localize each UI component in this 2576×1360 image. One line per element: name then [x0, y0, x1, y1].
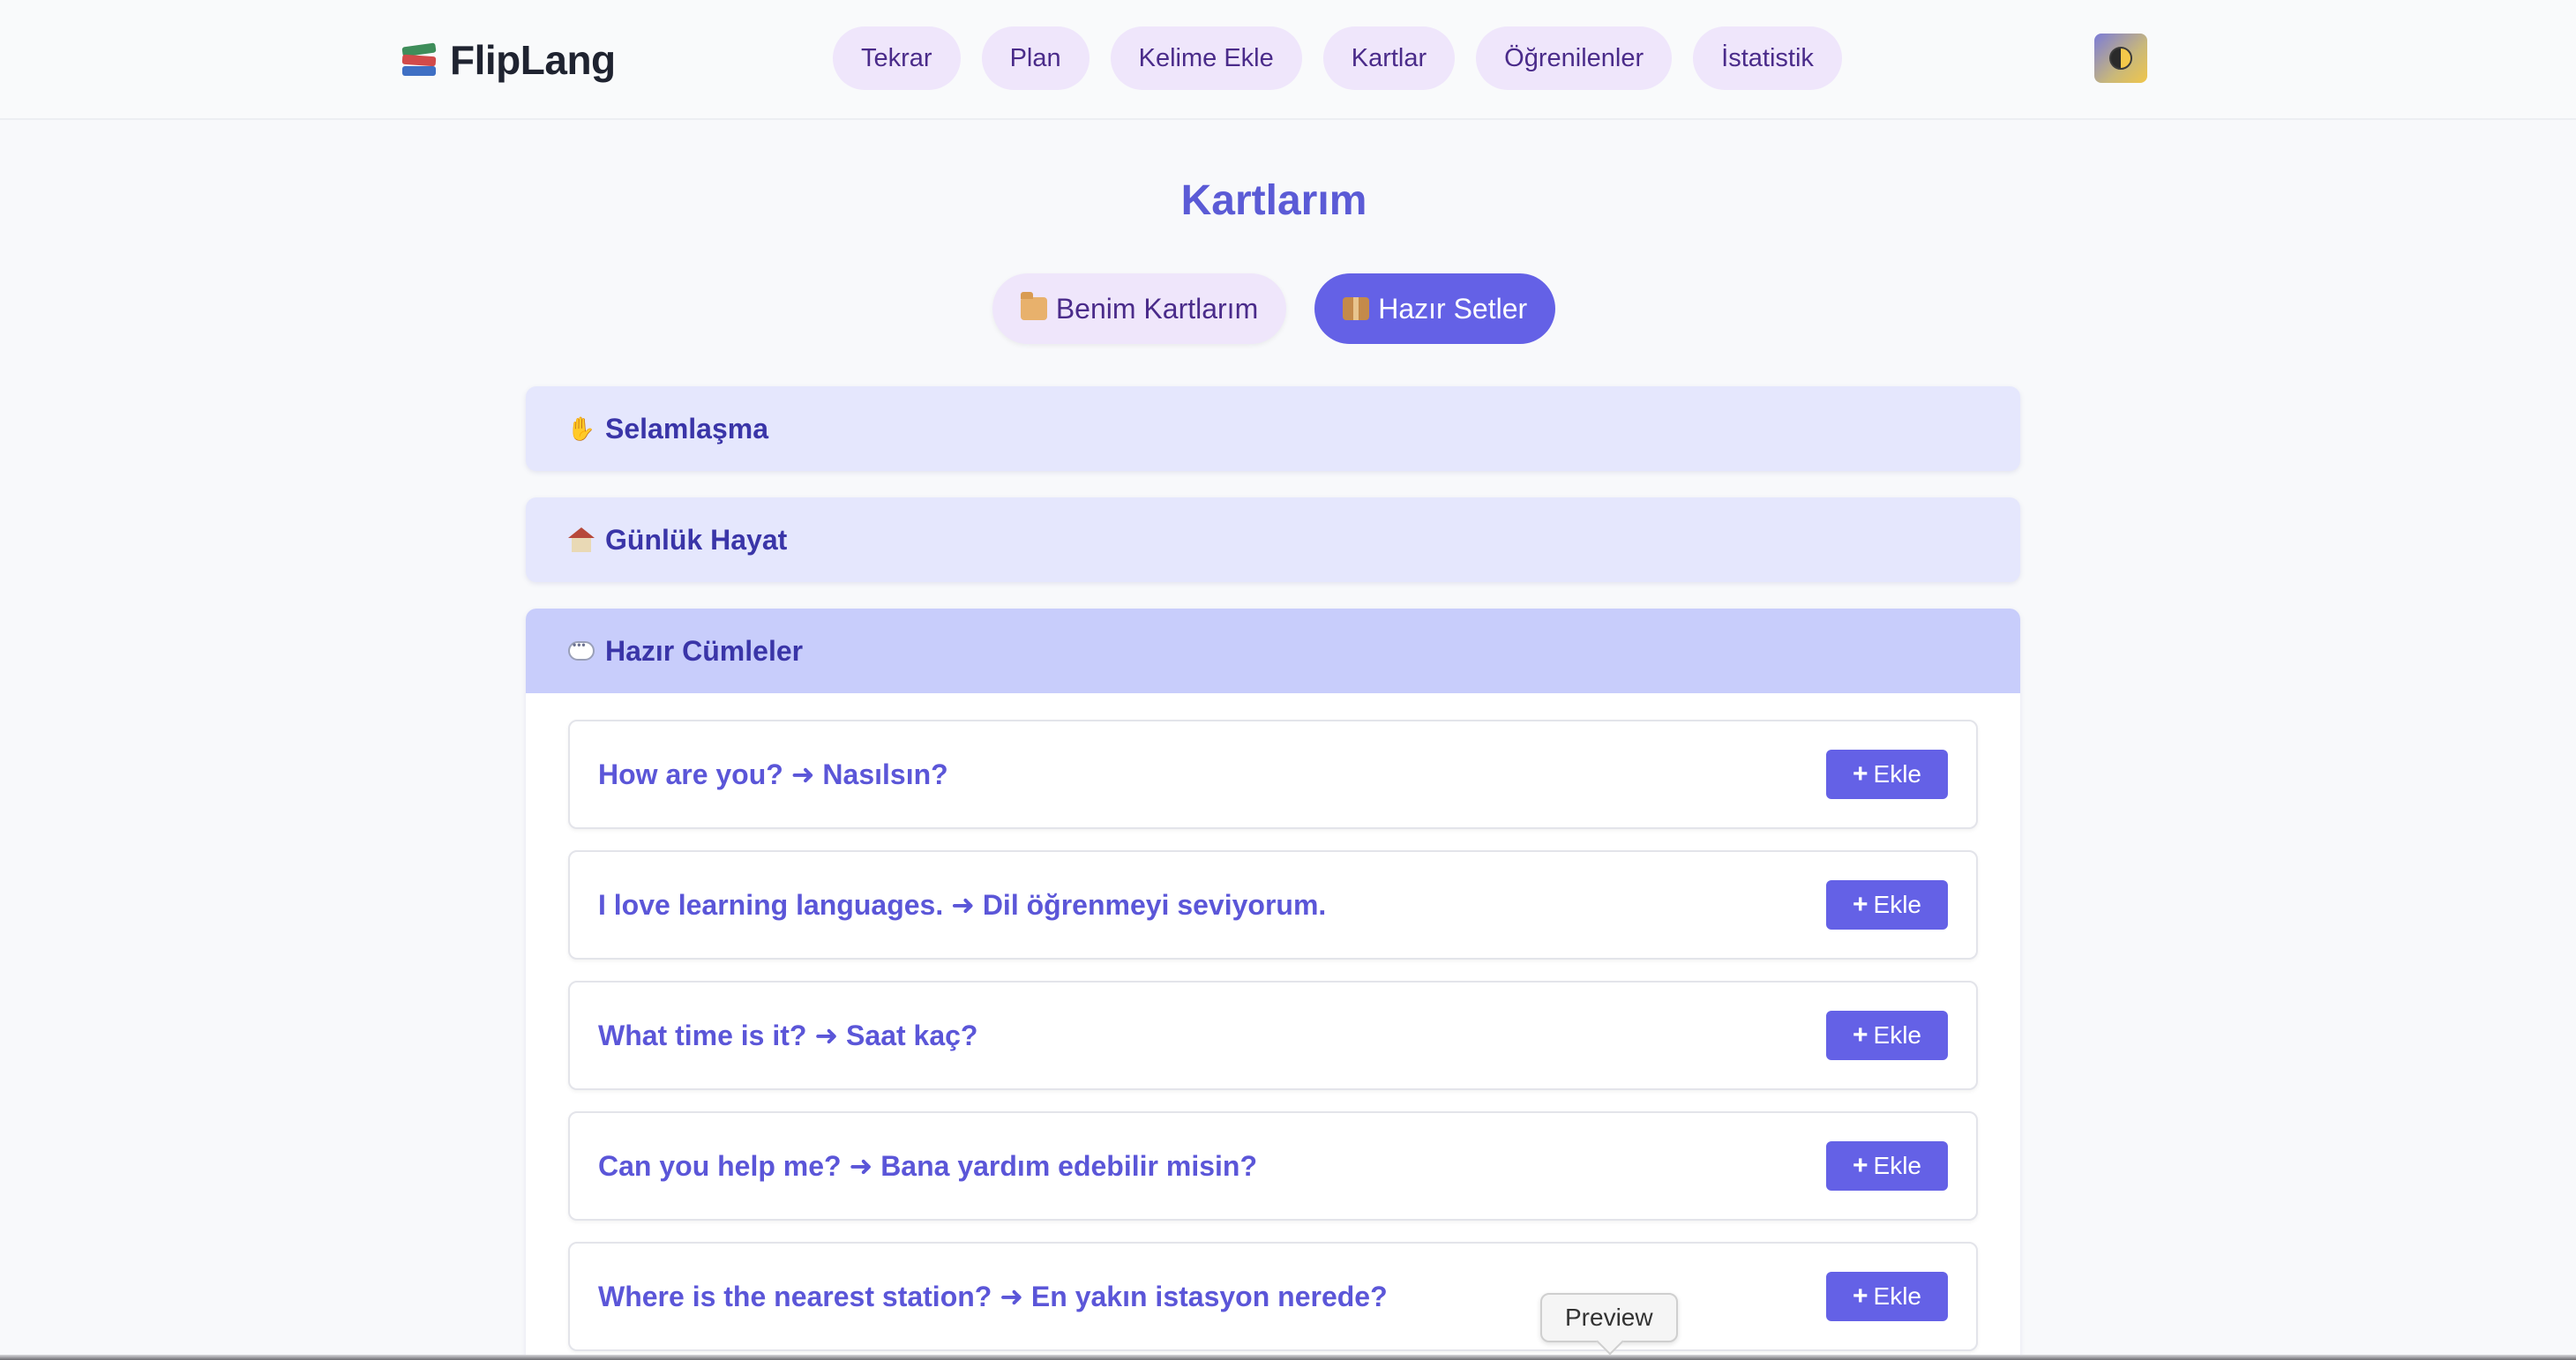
- add-button-label: Ekle: [1873, 760, 1921, 788]
- add-button-label: Ekle: [1873, 1282, 1921, 1310]
- set-header[interactable]: ✋ Selamlaşma: [526, 386, 2020, 471]
- plus-icon: +: [1853, 1151, 1868, 1180]
- waving-hand-icon: ✋: [566, 415, 596, 442]
- tab-label: Hazır Setler: [1378, 292, 1528, 325]
- nav-kelime-ekle[interactable]: Kelime Ekle: [1110, 26, 1302, 90]
- set-title: Hazır Cümleler: [605, 634, 804, 667]
- package-icon: [1343, 297, 1370, 320]
- nav-tekrar[interactable]: Tekrar: [833, 26, 961, 90]
- folder-icon: [1020, 292, 1047, 320]
- set-gunluk-hayat: Günlük Hayat: [526, 497, 2020, 582]
- tab-benim-kartlarim[interactable]: Benim Kartlarım: [992, 273, 1287, 344]
- tab-label: Benim Kartlarım: [1055, 292, 1259, 325]
- window-bottom-edge: [0, 1355, 2576, 1360]
- nav-kartlar[interactable]: Kartlar: [1322, 26, 1456, 90]
- set-title: Günlük Hayat: [605, 523, 788, 556]
- tab-hazir-setler[interactable]: Hazır Setler: [1314, 273, 1556, 344]
- preview-tooltip: Preview: [1540, 1293, 1678, 1342]
- add-button[interactable]: + Ekle: [1826, 1272, 1948, 1321]
- page-title: Kartlarım: [1180, 177, 1367, 224]
- list-item: What time is it? ➜ Saat kaç? + Ekle: [568, 981, 1978, 1090]
- add-button-label: Ekle: [1873, 891, 1921, 918]
- list-item: Can you help me? ➜ Bana yardım edebilir …: [568, 1111, 1978, 1221]
- add-button[interactable]: + Ekle: [1826, 880, 1948, 930]
- ready-sets-list: ✋ Selamlaşma Günlük Hayat Hazır Cümleler…: [526, 386, 2020, 1360]
- top-navbar: FlipLang Tekrar Plan Kelime Ekle Kartlar…: [0, 0, 2576, 120]
- plus-icon: +: [1853, 1282, 1868, 1311]
- add-button[interactable]: + Ekle: [1826, 750, 1948, 799]
- phrase-text: What time is it? ➜ Saat kaç?: [598, 1020, 978, 1051]
- phrase-text: How are you? ➜ Nasılsın?: [598, 758, 948, 790]
- main-nav: Tekrar Plan Kelime Ekle Kartlar Öğrenile…: [833, 26, 1842, 90]
- set-hazir-cumleler: Hazır Cümleler How are you? ➜ Nasılsın? …: [526, 609, 2020, 1360]
- set-title: Selamlaşma: [605, 412, 769, 445]
- add-button[interactable]: + Ekle: [1826, 1011, 1948, 1060]
- phrase-text: Can you help me? ➜ Bana yardım edebilir …: [598, 1150, 1257, 1182]
- add-button-label: Ekle: [1873, 1021, 1921, 1049]
- house-icon: [568, 527, 595, 552]
- list-item: I love learning languages. ➜ Dil öğrenme…: [568, 850, 1978, 960]
- add-button[interactable]: + Ekle: [1826, 1141, 1948, 1191]
- phrase-list: How are you? ➜ Nasılsın? + Ekle I love l…: [526, 693, 2020, 1351]
- nav-plan[interactable]: Plan: [981, 26, 1090, 90]
- speech-bubble-icon: [568, 639, 595, 661]
- list-item: How are you? ➜ Nasılsın? + Ekle: [568, 720, 1978, 829]
- plus-icon: +: [1853, 759, 1868, 788]
- brand-name: FlipLang: [450, 37, 616, 83]
- phrase-text: Where is the nearest station? ➜ En yakın…: [598, 1281, 1388, 1312]
- add-button-label: Ekle: [1873, 1152, 1921, 1179]
- half-moon-icon: [2109, 47, 2132, 70]
- nav-ogrenilenler[interactable]: Öğrenilenler: [1476, 26, 1673, 90]
- card-tabs: Benim Kartlarım Hazır Setler: [0, 273, 2548, 344]
- plus-icon: +: [1853, 1020, 1868, 1050]
- plus-icon: +: [1853, 890, 1868, 919]
- phrase-text: I love learning languages. ➜ Dil öğrenme…: [598, 889, 1327, 921]
- brand[interactable]: FlipLang: [399, 32, 616, 88]
- set-header[interactable]: Hazır Cümleler: [526, 609, 2020, 693]
- theme-toggle-button[interactable]: [2094, 34, 2147, 83]
- books-icon: [399, 40, 439, 80]
- list-item: Where is the nearest station? ➜ En yakın…: [568, 1242, 1978, 1351]
- set-header[interactable]: Günlük Hayat: [526, 497, 2020, 582]
- set-selamlasma: ✋ Selamlaşma: [526, 386, 2020, 471]
- nav-istatistik[interactable]: İstatistik: [1693, 26, 1842, 90]
